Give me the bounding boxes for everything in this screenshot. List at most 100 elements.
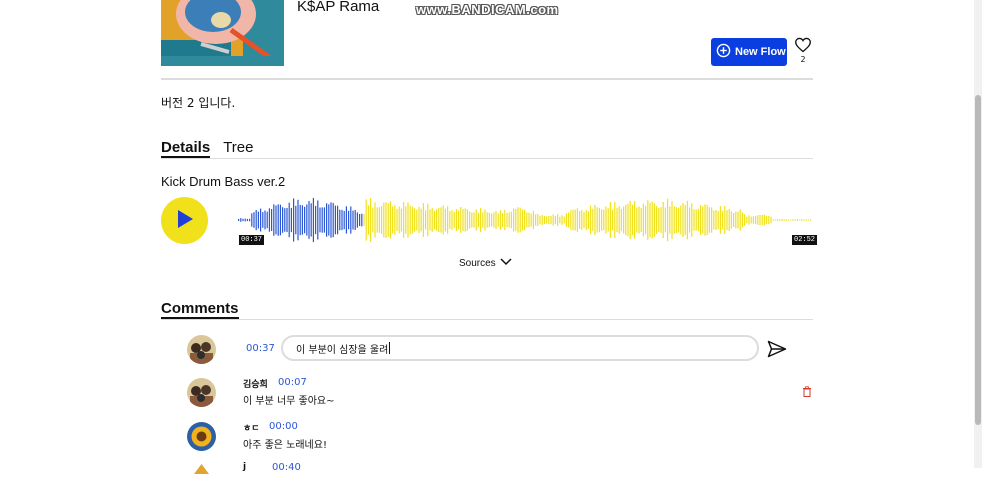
waveform-bar bbox=[286, 207, 288, 233]
waveform-bar bbox=[803, 219, 805, 221]
waveform-bar bbox=[361, 213, 363, 227]
waveform-bar bbox=[383, 202, 385, 238]
waveform-bar bbox=[735, 211, 737, 229]
waveform-bar bbox=[781, 219, 783, 221]
comment-input[interactable]: 이 부분이 심장을 울려 bbox=[281, 335, 759, 361]
waveform-bar bbox=[264, 210, 266, 230]
waveform-bar bbox=[376, 207, 378, 233]
new-flow-button[interactable]: New Flow bbox=[711, 38, 787, 66]
waveform-bar bbox=[761, 215, 763, 225]
waveform-bar bbox=[455, 209, 457, 231]
waveform-bar bbox=[293, 198, 295, 242]
waveform-bar bbox=[728, 209, 730, 231]
waveform-bar bbox=[737, 211, 739, 229]
play-button[interactable] bbox=[161, 197, 208, 244]
waveform-bar bbox=[334, 205, 336, 235]
album-cover bbox=[161, 0, 284, 66]
waveform-bar bbox=[532, 210, 534, 230]
waveform-bar bbox=[374, 202, 376, 238]
plus-circle-icon bbox=[716, 43, 731, 61]
waveform-bar bbox=[631, 204, 633, 236]
waveform-bar bbox=[634, 201, 636, 239]
recording-watermark: www.BANDICAM.com bbox=[416, 2, 559, 17]
new-flow-label: New Flow bbox=[735, 46, 786, 58]
comment-author: 김승희 bbox=[243, 380, 268, 390]
waveform-bar bbox=[739, 209, 741, 231]
waveform-bar bbox=[411, 206, 413, 234]
waveform-bar bbox=[638, 206, 640, 234]
waveform-bar bbox=[596, 207, 598, 233]
waveform-bar bbox=[700, 205, 702, 236]
waveform-bar bbox=[697, 208, 699, 232]
comment-timestamp[interactable]: 00:07 bbox=[278, 377, 307, 388]
scrollbar-thumb[interactable] bbox=[975, 95, 981, 425]
waveform-bar bbox=[548, 216, 550, 224]
waveform-bar bbox=[585, 209, 587, 231]
waveform-bar bbox=[431, 208, 433, 232]
waveform-bar bbox=[559, 216, 561, 224]
total-time: 02:52 bbox=[792, 235, 818, 245]
scrollbar[interactable] bbox=[974, 0, 982, 468]
sources-label: Sources bbox=[459, 258, 496, 269]
waveform-bar bbox=[592, 208, 594, 232]
waveform-bar bbox=[436, 209, 438, 231]
waveform-bar bbox=[257, 211, 259, 229]
waveform-bar bbox=[766, 216, 768, 224]
waveform-bar bbox=[706, 205, 708, 235]
waveform-bar bbox=[519, 207, 521, 233]
comment-timestamp[interactable]: 00:00 bbox=[269, 421, 298, 432]
comment-input-timestamp[interactable]: 00:37 bbox=[246, 343, 275, 354]
waveform-bar bbox=[363, 214, 365, 226]
waveform-bar bbox=[656, 206, 658, 234]
waveform-bar bbox=[255, 210, 257, 231]
waveform-bar bbox=[328, 204, 330, 236]
chevron-down-icon bbox=[500, 258, 512, 269]
waveform-bar bbox=[323, 207, 325, 233]
waveform-bar bbox=[493, 212, 495, 228]
waveform-bar bbox=[704, 204, 706, 236]
waveform-bar bbox=[752, 216, 754, 224]
sources-toggle[interactable]: Sources bbox=[459, 258, 512, 269]
waveform-bar bbox=[282, 207, 284, 233]
waveform-bar bbox=[603, 209, 605, 231]
waveform-bar bbox=[684, 205, 686, 235]
waveform-bar bbox=[583, 212, 585, 228]
waveform-bar bbox=[658, 208, 660, 232]
waveform[interactable] bbox=[238, 194, 813, 246]
waveform-bar bbox=[242, 218, 244, 222]
waveform-bar bbox=[486, 212, 488, 228]
waveform-bar bbox=[748, 215, 750, 225]
waveform-bar bbox=[561, 215, 563, 225]
artist-name[interactable]: K$AP Rama bbox=[297, 0, 379, 15]
waveform-bar bbox=[783, 219, 785, 221]
waveform-bar bbox=[473, 212, 475, 228]
waveform-bar bbox=[713, 210, 715, 230]
like-button[interactable]: 2 bbox=[793, 37, 813, 64]
waveform-bar bbox=[543, 216, 545, 224]
waveform-bar bbox=[469, 211, 471, 229]
waveform-bar bbox=[794, 219, 796, 221]
waveform-bar bbox=[466, 209, 468, 231]
send-button[interactable] bbox=[767, 340, 787, 362]
waveform-bar bbox=[746, 216, 748, 224]
waveform-bar bbox=[482, 212, 484, 228]
waveform-bar bbox=[475, 209, 477, 231]
waveform-bar bbox=[451, 210, 453, 230]
waveform-bar bbox=[772, 219, 774, 221]
delete-comment-button[interactable] bbox=[802, 382, 812, 401]
waveform-bar bbox=[552, 214, 554, 226]
waveform-bar bbox=[770, 216, 772, 224]
waveform-bar bbox=[420, 208, 422, 232]
waveform-bar bbox=[660, 207, 662, 233]
waveform-bar bbox=[796, 219, 798, 221]
tab-details[interactable]: Details bbox=[161, 139, 211, 159]
waveform-bar bbox=[570, 210, 572, 230]
waveform-bar bbox=[341, 209, 343, 231]
flow-description: 버전 2 입니다. bbox=[161, 96, 236, 110]
waveform-bar bbox=[367, 205, 369, 235]
waveform-bar bbox=[310, 203, 312, 237]
tab-tree[interactable]: Tree bbox=[223, 139, 253, 159]
waveform-bar bbox=[238, 218, 240, 221]
comment-text: 이 부분 너무 좋아요~ bbox=[243, 396, 335, 407]
waveform-bar bbox=[601, 209, 603, 231]
